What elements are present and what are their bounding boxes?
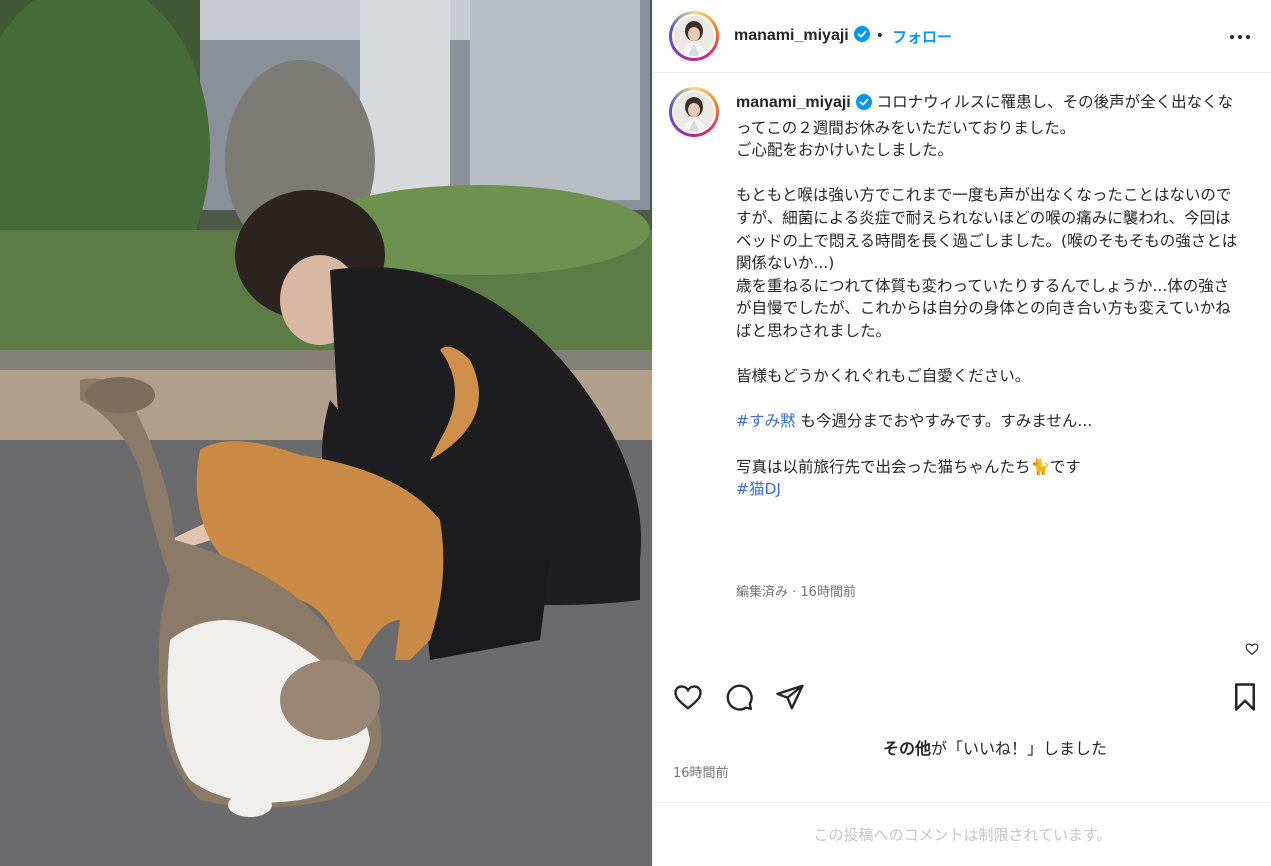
caption-body-1: コロナウィルスに罹患し、その後声が全く出なくなってこの２週間お休みをいただいてお…	[736, 93, 1238, 386]
caption-username[interactable]: manami_miyaji	[736, 94, 851, 111]
liked-by-others-link[interactable]: その他	[883, 739, 931, 758]
avatar-image	[674, 92, 714, 132]
separator-dot: •	[875, 28, 884, 44]
post-photo-illustration	[0, 0, 652, 866]
post-details-panel: manami_miyaji • フォロー manami_miyaji コロナウィ…	[652, 0, 1271, 866]
liked-by-suffix: が「いいね！」しました	[931, 739, 1108, 758]
post-photo[interactable]	[0, 0, 652, 866]
heart-outline-icon[interactable]	[673, 682, 703, 716]
verified-badge-icon	[855, 94, 872, 117]
avatar-image	[674, 16, 714, 56]
caption-section: manami_miyaji コロナウィルスに罹患し、その後声が全く出なくなってこ…	[653, 73, 1271, 673]
hashtag-link[interactable]: #すみ黙	[736, 412, 796, 430]
comment-bubble-icon[interactable]	[724, 682, 754, 716]
verified-badge-icon	[853, 26, 870, 46]
bookmark-icon[interactable]	[1231, 682, 1259, 716]
comments-restricted-text: この投稿へのコメントは制限されています。	[813, 826, 1112, 844]
follow-button[interactable]: フォロー	[892, 26, 952, 47]
caption-text: manami_miyaji コロナウィルスに罹患し、その後声が全く出なくなってこ…	[736, 91, 1244, 501]
avatar[interactable]	[669, 11, 719, 61]
liked-by-text: その他が「いいね！」しました	[673, 735, 1253, 759]
hashtag-link[interactable]: #猫DJ	[736, 480, 781, 498]
caption-meta: 編集済み · 16時間前	[736, 585, 856, 600]
post-header: manami_miyaji • フォロー	[653, 0, 1271, 73]
action-bar	[653, 680, 1271, 716]
liked-by-avatars	[673, 739, 883, 757]
more-horizontal-icon[interactable]	[1229, 26, 1251, 52]
paper-plane-icon[interactable]	[775, 682, 805, 716]
post-author-username[interactable]: manami_miyaji	[734, 27, 849, 45]
comments-restricted-notice: この投稿へのコメントは制限されています。	[653, 802, 1271, 866]
post-timestamp[interactable]: 16時間前	[673, 762, 729, 781]
small-heart-icon[interactable]	[1245, 641, 1259, 660]
caption-avatar[interactable]	[669, 87, 719, 137]
